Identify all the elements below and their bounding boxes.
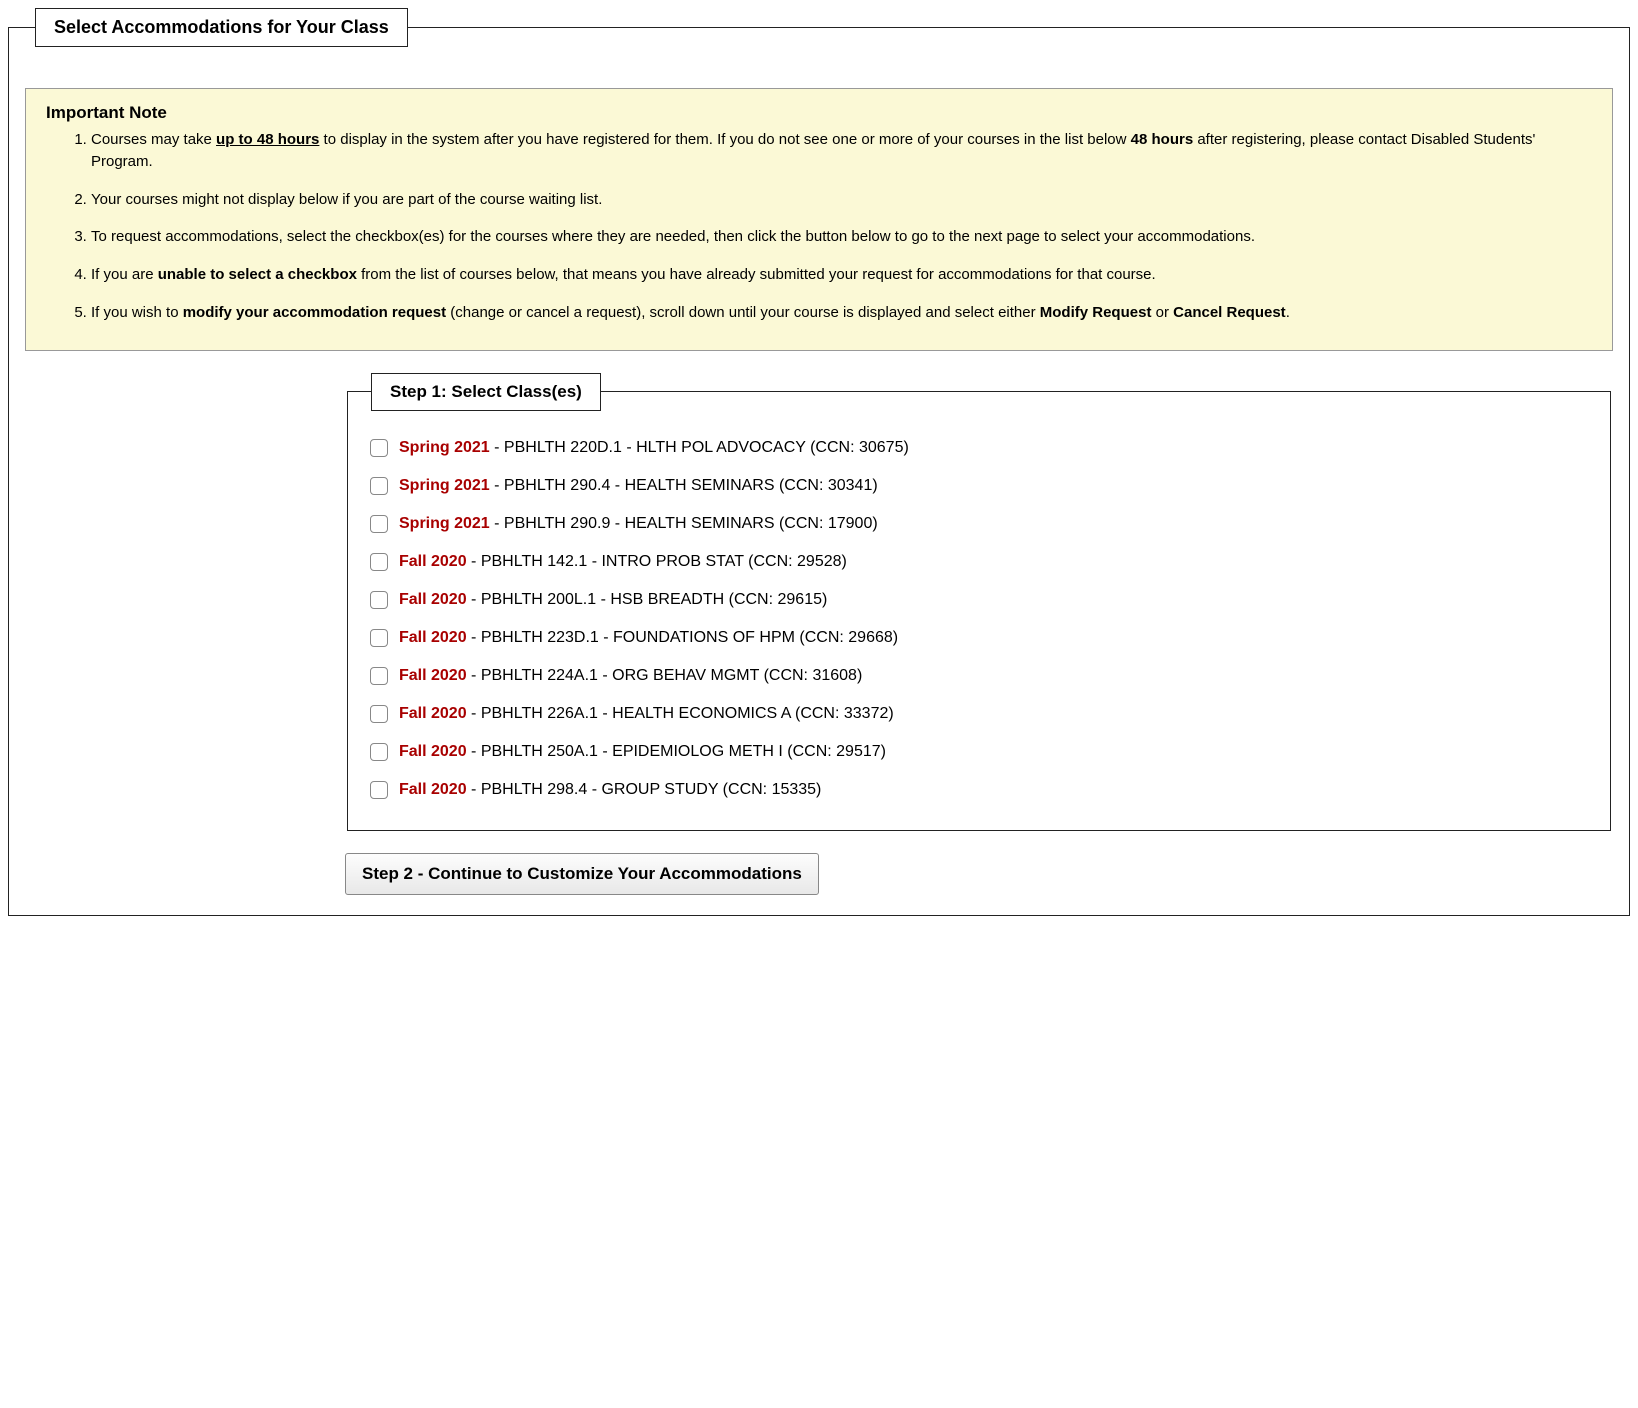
class-description: - PBHLTH 223D.1 - FOUNDATIONS OF HPM (CC…: [467, 629, 898, 646]
class-row: Fall 2020 - PBHLTH 298.4 - GROUP STUDY (…: [366, 778, 1592, 802]
class-label[interactable]: Fall 2020 - PBHLTH 250A.1 - EPIDEMIOLOG …: [399, 743, 886, 761]
class-checkbox[interactable]: [370, 667, 388, 685]
class-checkbox[interactable]: [370, 515, 388, 533]
class-label[interactable]: Spring 2021 - PBHLTH 220D.1 - HLTH POL A…: [399, 439, 909, 457]
class-checkbox[interactable]: [370, 439, 388, 457]
class-row: Spring 2021 - PBHLTH 290.4 - HEALTH SEMI…: [366, 474, 1592, 498]
important-note-list: Courses may take up to 48 hours to displ…: [46, 129, 1592, 324]
class-label[interactable]: Fall 2020 - PBHLTH 224A.1 - ORG BEHAV MG…: [399, 667, 862, 685]
class-term: Fall 2020: [399, 629, 467, 646]
class-label[interactable]: Fall 2020 - PBHLTH 226A.1 - HEALTH ECONO…: [399, 705, 894, 723]
class-row: Fall 2020 - PBHLTH 200L.1 - HSB BREADTH …: [366, 588, 1592, 612]
note-item: Courses may take up to 48 hours to displ…: [91, 129, 1592, 173]
class-term: Fall 2020: [399, 781, 467, 798]
class-row: Fall 2020 - PBHLTH 223D.1 - FOUNDATIONS …: [366, 626, 1592, 650]
class-term: Fall 2020: [399, 667, 467, 684]
note-item: If you are unable to select a checkbox f…: [91, 264, 1592, 286]
important-note-title: Important Note: [46, 103, 1592, 123]
class-description: - PBHLTH 290.9 - HEALTH SEMINARS (CCN: 1…: [490, 515, 878, 532]
class-description: - PBHLTH 250A.1 - EPIDEMIOLOG METH I (CC…: [467, 743, 886, 760]
class-term: Spring 2021: [399, 477, 490, 494]
class-description: - PBHLTH 224A.1 - ORG BEHAV MGMT (CCN: 3…: [467, 667, 863, 684]
class-row: Fall 2020 - PBHLTH 142.1 - INTRO PROB ST…: [366, 550, 1592, 574]
class-term: Fall 2020: [399, 743, 467, 760]
class-row: Fall 2020 - PBHLTH 224A.1 - ORG BEHAV MG…: [366, 664, 1592, 688]
accommodations-panel: Select Accommodations for Your Class Imp…: [8, 8, 1630, 916]
class-term: Fall 2020: [399, 591, 467, 608]
step1-panel: Step 1: Select Class(es) Spring 2021 - P…: [347, 373, 1611, 831]
class-term: Spring 2021: [399, 439, 490, 456]
class-label[interactable]: Fall 2020 - PBHLTH 200L.1 - HSB BREADTH …: [399, 591, 827, 609]
class-checkbox[interactable]: [370, 705, 388, 723]
class-description: - PBHLTH 142.1 - INTRO PROB STAT (CCN: 2…: [467, 553, 847, 570]
class-label[interactable]: Fall 2020 - PBHLTH 298.4 - GROUP STUDY (…: [399, 781, 821, 799]
class-label[interactable]: Fall 2020 - PBHLTH 223D.1 - FOUNDATIONS …: [399, 629, 898, 647]
class-description: - PBHLTH 290.4 - HEALTH SEMINARS (CCN: 3…: [490, 477, 878, 494]
panel-legend: Select Accommodations for Your Class: [35, 8, 408, 47]
class-description: - PBHLTH 200L.1 - HSB BREADTH (CCN: 2961…: [467, 591, 828, 608]
class-label[interactable]: Fall 2020 - PBHLTH 142.1 - INTRO PROB ST…: [399, 553, 847, 571]
class-checkbox[interactable]: [370, 477, 388, 495]
class-term: Spring 2021: [399, 515, 490, 532]
step-wrap: Step 1: Select Class(es) Spring 2021 - P…: [345, 373, 1613, 895]
step1-legend: Step 1: Select Class(es): [371, 373, 601, 411]
class-description: - PBHLTH 226A.1 - HEALTH ECONOMICS A (CC…: [467, 705, 894, 722]
class-row: Fall 2020 - PBHLTH 250A.1 - EPIDEMIOLOG …: [366, 740, 1592, 764]
class-term: Fall 2020: [399, 553, 467, 570]
class-row: Spring 2021 - PBHLTH 220D.1 - HLTH POL A…: [366, 436, 1592, 460]
note-item: To request accommodations, select the ch…: [91, 226, 1592, 248]
class-label[interactable]: Spring 2021 - PBHLTH 290.9 - HEALTH SEMI…: [399, 515, 878, 533]
class-checkbox[interactable]: [370, 591, 388, 609]
class-term: Fall 2020: [399, 705, 467, 722]
class-row: Fall 2020 - PBHLTH 226A.1 - HEALTH ECONO…: [366, 702, 1592, 726]
class-description: - PBHLTH 220D.1 - HLTH POL ADVOCACY (CCN…: [490, 439, 909, 456]
class-description: - PBHLTH 298.4 - GROUP STUDY (CCN: 15335…: [467, 781, 822, 798]
note-item: If you wish to modify your accommodation…: [91, 302, 1592, 324]
class-checkbox[interactable]: [370, 553, 388, 571]
class-checkbox[interactable]: [370, 743, 388, 761]
class-checkbox[interactable]: [370, 629, 388, 647]
class-checkbox[interactable]: [370, 781, 388, 799]
class-list: Spring 2021 - PBHLTH 220D.1 - HLTH POL A…: [366, 436, 1592, 802]
class-label[interactable]: Spring 2021 - PBHLTH 290.4 - HEALTH SEMI…: [399, 477, 878, 495]
important-note-box: Important Note Courses may take up to 48…: [25, 88, 1613, 351]
class-row: Spring 2021 - PBHLTH 290.9 - HEALTH SEMI…: [366, 512, 1592, 536]
continue-button[interactable]: Step 2 - Continue to Customize Your Acco…: [345, 853, 819, 895]
note-item: Your courses might not display below if …: [91, 189, 1592, 211]
